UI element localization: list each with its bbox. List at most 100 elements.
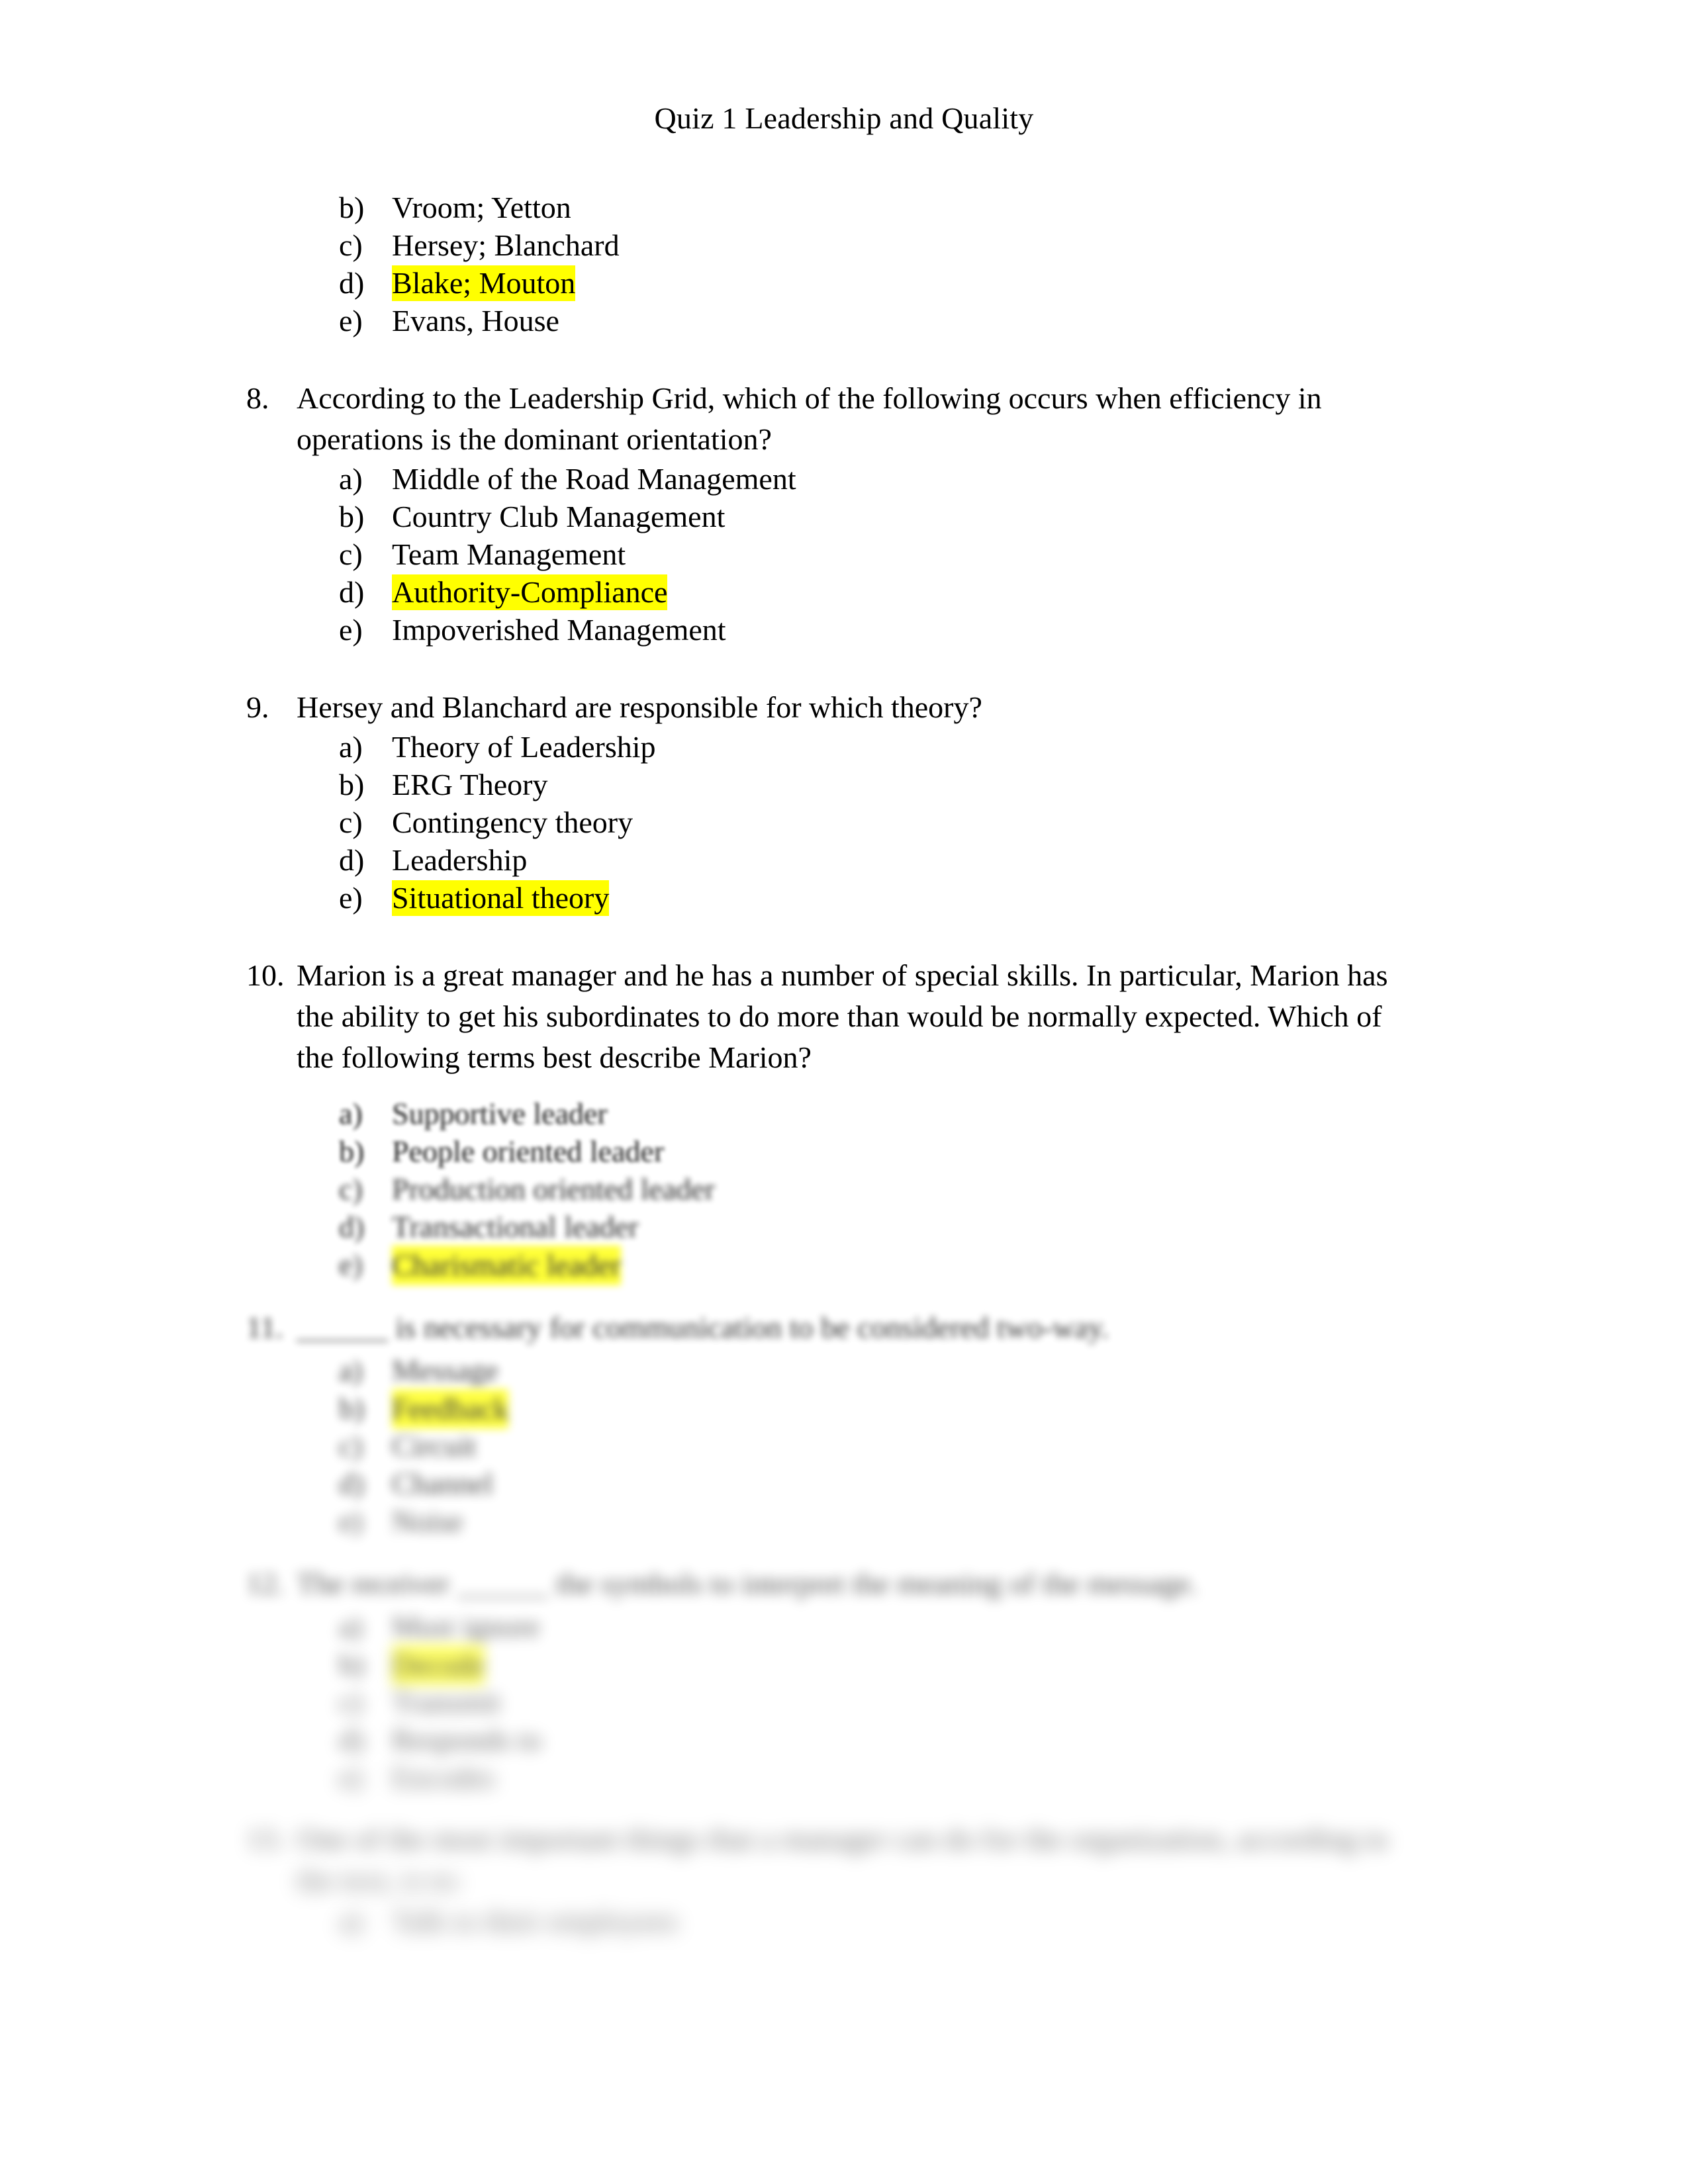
option-letter: b) [339, 500, 365, 533]
question-stem: 9. Hersey and Blanchard are responsible … [0, 687, 1688, 728]
option-letter: a) [339, 1097, 363, 1130]
option-text: Middle of the Road Management [392, 462, 796, 496]
question-stem-cont: the following terms best describe Marion… [0, 1037, 1688, 1078]
question-stem-line: operations is the dominant orientation? [297, 422, 772, 456]
question-stem-cont: the ability to get his subordinates to d… [0, 996, 1688, 1037]
option-text-highlighted: Feedback [392, 1389, 509, 1429]
option-text-highlighted: Situational theory [392, 880, 610, 916]
blurred-question-11-stem: 11. ______ is necessary for communicatio… [0, 1307, 1688, 1355]
question-stem-line: ______ is necessary for communication to… [297, 1310, 1109, 1344]
document-body: b) Vroom; Yetton c) Hersey; Blanchard d)… [0, 189, 1688, 1078]
option-row[interactable]: a) Theory of Leadership [0, 728, 1688, 766]
option-letter: e) [339, 1248, 363, 1281]
option-row[interactable]: d) Authority-Compliance [0, 573, 1688, 611]
question-number: 12. [246, 1567, 285, 1600]
option-letter: e) [339, 881, 363, 915]
option-letter: e) [339, 1504, 363, 1538]
document-page: Quiz 1 Leadership and Quality b) Vroom; … [0, 0, 1688, 2184]
option-row[interactable]: a) Middle of the Road Management [0, 460, 1688, 498]
carryover-options-block: b) Vroom; Yetton c) Hersey; Blanchard d)… [0, 189, 1688, 340]
option-text: Hersey; Blanchard [392, 228, 620, 262]
option-text-highlighted: Blake; Mouton [392, 265, 576, 301]
option-letter: d) [339, 843, 365, 877]
question-stem-line: Hersey and Blanchard are responsible for… [297, 690, 982, 724]
option-letter: b) [339, 1134, 365, 1168]
option-row[interactable]: e) Evans, House [0, 302, 1688, 340]
question-number: 9. [246, 690, 269, 724]
option-letter: a) [339, 1610, 363, 1643]
option-text: Country Club Management [392, 500, 726, 533]
option-text: Must ignore [392, 1610, 540, 1643]
option-letter: a) [339, 730, 363, 764]
question-stem-line: the text, is to: [297, 1863, 463, 1897]
option-row[interactable]: d) Blake; Mouton [0, 264, 1688, 302]
option-row[interactable]: b) ERG Theory [0, 766, 1688, 803]
option-list: a) Theory of Leadership b) ERG Theory c)… [0, 728, 1688, 917]
option-letter: b) [339, 1647, 365, 1681]
option-letter: c) [339, 1685, 363, 1719]
option-text: Circuit [392, 1429, 477, 1463]
option-text: Team Management [392, 537, 626, 571]
option-text: Contingency theory [392, 805, 633, 839]
option-text: ERG Theory [392, 768, 548, 801]
question-stem-cont: operations is the dominant orientation? [0, 419, 1688, 460]
option-row[interactable]: e) Situational theory [0, 879, 1688, 917]
option-text: Channel [392, 1467, 494, 1500]
option-text-highlighted: Charismatic leader [392, 1246, 622, 1285]
option-row[interactable]: c) Hersey; Blanchard [0, 226, 1688, 264]
question-stem-line: According to the Leadership Grid, which … [297, 381, 1322, 415]
option-text: Encodes [392, 1760, 495, 1794]
option-letter: b) [339, 191, 365, 224]
option-letter: c) [339, 1429, 363, 1463]
option-row[interactable]: e) Impoverished Management [0, 611, 1688, 649]
option-letter: b) [339, 768, 365, 801]
option-text: Transmit [392, 1685, 501, 1719]
option-letter: b) [339, 1391, 365, 1425]
page-title: Quiz 1 Leadership and Quality [654, 101, 1034, 135]
question-stem-line: Marion is a great manager and he has a n… [297, 958, 1388, 992]
question-stem-line: One of the most important things that a … [297, 1822, 1389, 1856]
option-letter: e) [339, 304, 363, 338]
blurred-option-row[interactable]: e) Encodes [0, 1757, 1688, 1803]
option-letter: a) [339, 1353, 363, 1387]
blurred-option-row[interactable]: e) Noise [0, 1501, 1688, 1547]
option-letter: d) [339, 1467, 365, 1500]
question-number: 13. [246, 1822, 285, 1856]
question-stem: 8. According to the Leadership Grid, whi… [0, 378, 1688, 419]
question-number: 10. [246, 958, 285, 992]
option-letter: a) [339, 462, 363, 496]
option-letter: e) [339, 613, 363, 647]
option-letter: d) [339, 1723, 365, 1756]
option-text: Evans, House [392, 304, 559, 338]
option-text: Message [392, 1353, 498, 1387]
question-9: 9. Hersey and Blanchard are responsible … [0, 687, 1688, 917]
option-letter: c) [339, 537, 363, 571]
option-letter: a) [339, 1904, 363, 1938]
option-letter: d) [339, 266, 365, 300]
option-text: Supportive leader [392, 1097, 608, 1130]
option-row[interactable]: b) Vroom; Yetton [0, 189, 1688, 226]
question-stem: 10. Marion is a great manager and he has… [0, 955, 1688, 996]
option-text: People oriented leader [392, 1134, 665, 1168]
option-text: Noise [392, 1504, 463, 1538]
option-text: Responds to [392, 1723, 542, 1756]
option-text: Talk to their employees [392, 1904, 679, 1938]
blurred-option-row[interactable]: a) Talk to their employees [0, 1901, 1688, 1948]
option-letter: c) [339, 805, 363, 839]
option-letter: d) [339, 1210, 365, 1244]
question-stem-line: The receiver ______ the symbols to inter… [297, 1567, 1198, 1600]
question-stem-line: the following terms best describe Marion… [297, 1040, 812, 1074]
question-number: 8. [246, 381, 269, 415]
option-row[interactable]: d) Leadership [0, 841, 1688, 879]
option-text: Production oriented leader [392, 1172, 715, 1206]
blurred-option-row[interactable]: e) Charismatic leader [0, 1244, 1688, 1293]
option-row[interactable]: b) Country Club Management [0, 498, 1688, 535]
option-text-highlighted: Decode [392, 1645, 485, 1685]
blurred-question-12-stem: 12. The receiver ______ the symbols to i… [0, 1563, 1688, 1611]
option-list: a) Middle of the Road Management b) Coun… [0, 460, 1688, 649]
option-row[interactable]: c) Team Management [0, 535, 1688, 573]
question-10: 10. Marion is a great manager and he has… [0, 955, 1688, 1078]
option-letter: d) [339, 575, 365, 609]
option-text: Theory of Leadership [392, 730, 656, 764]
option-row[interactable]: c) Contingency theory [0, 803, 1688, 841]
